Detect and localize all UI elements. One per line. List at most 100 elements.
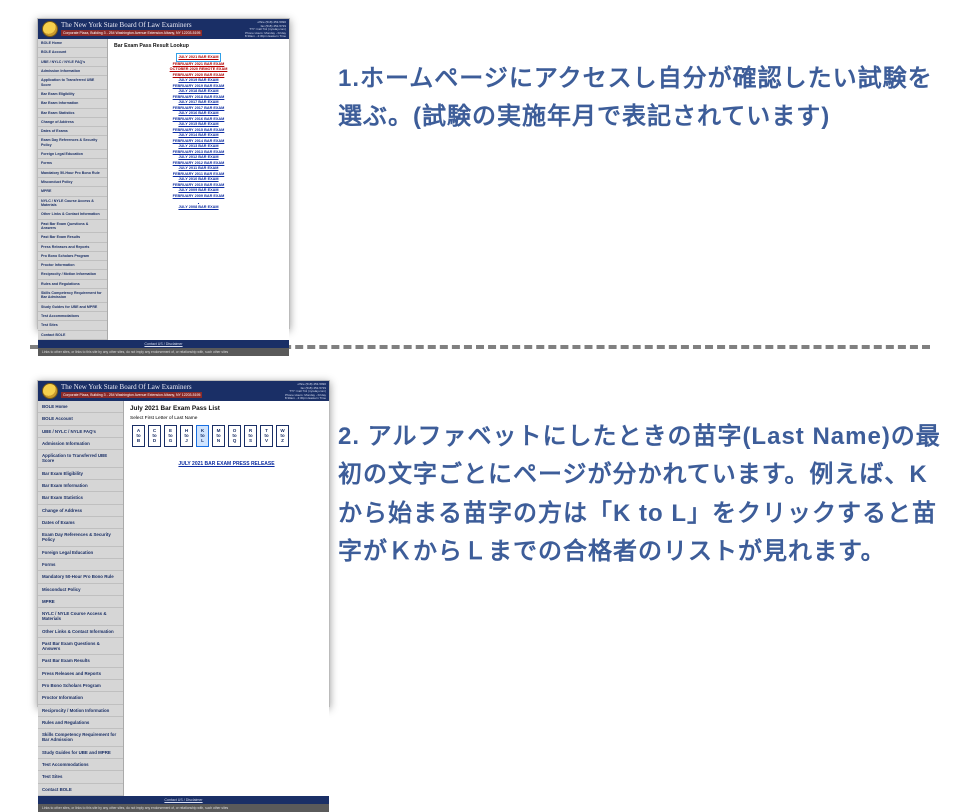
sidebar-item[interactable]: Dates of Exams [38,517,123,529]
screenshot-panel-1: The New York State Board Of Law Examiner… [37,18,290,329]
state-seal-icon [42,383,58,399]
footer-links[interactable]: Contact US / Disclaimer [38,340,289,348]
letter-range-cell[interactable]: WtoZ [276,425,289,447]
sidebar-item[interactable]: UBE / NYLC / NYLE FAQ's [38,58,107,67]
letter-range-cell[interactable]: TtoV [260,425,273,447]
sidebar-item[interactable]: Mandatory 50-Hour Pro Bono Rule [38,571,123,583]
sidebar-item[interactable]: Change of Address [38,505,123,517]
exam-link[interactable]: JULY 2008 BAR EXAM [114,205,283,211]
sidebar-item[interactable]: Admission Information [38,438,123,450]
sidebar-item[interactable]: Reciprocity / Motion Information [38,705,123,717]
letter-range-cell[interactable]: MtoN [212,425,225,447]
sidebar-item[interactable]: Past Bar Exam Questions & Answers [38,220,107,234]
sidebar-item[interactable]: BOLE Account [38,413,123,425]
sidebar-item[interactable]: NYLC / NYLE Course Access & Materials [38,608,123,626]
sidebar-item[interactable]: Pro Bono Scholars Program [38,252,107,261]
letter-range-cell[interactable]: EtoG [164,425,177,447]
sidebar-item[interactable]: Pro Bono Scholars Program [38,680,123,692]
sidebar-item[interactable]: Proctor Information [38,261,107,270]
sidebar-item[interactable]: Contact BOLE [38,331,107,340]
highlighted-exam[interactable]: JULY 2021 BAR EXAM [176,53,220,62]
site-title: The New York State Board Of Law Examiner… [61,384,202,391]
footer-disclaimer: Links to other sites, or links to this s… [38,804,329,812]
footer-links[interactable]: Contact US / Disclaimer [38,796,329,804]
sidebar-item[interactable]: Past Bar Exam Questions & Answers [38,638,123,656]
sidebar-item[interactable]: Study Guides for UBE and MPRE [38,747,123,759]
sidebar-item[interactable]: Dates of Exams [38,127,107,136]
sidebar-item[interactable]: Admission Information [38,67,107,76]
panel-heading: Bar Exam Pass Result Lookup [114,43,283,49]
exam-link[interactable]: JULY 2021 BAR EXAM [178,55,218,61]
sidebar-item[interactable]: NYLC / NYLE Course Access & Materials [38,197,107,211]
panel-heading: July 2021 Bar Exam Pass List [130,405,323,412]
header-contact-block: office (518) 453-5990fax (518) 452-5729T… [245,21,286,39]
letter-range-cell[interactable]: CtoD [148,425,161,447]
letter-range-cell[interactable]: AtoB [132,425,145,447]
sidebar-item[interactable]: Press Releases and Reports [38,668,123,680]
sidebar-item[interactable]: Foreign Legal Education [38,547,123,559]
sidebar-item[interactable]: MPRE [38,596,123,608]
sidebar-item[interactable]: Past Bar Exam Results [38,655,123,667]
sidebar-item[interactable]: Application to Transferred UBE Score [38,450,123,468]
letter-range-row: AtoBCtoDEtoGHtoJKtoLMtoNOtoQRtoSTtoVWtoZ [130,425,323,447]
site-header: The New York State Board Of Law Examiner… [38,19,289,39]
sidebar-item[interactable]: Bar Exam Statistics [38,109,107,118]
sidebar-item[interactable]: Bar Exam Information [38,99,107,108]
sidebar-item[interactable]: Mandatory 50-Hour Pro Bono Rule [38,169,107,178]
sidebar-item[interactable]: Misconduct Policy [38,584,123,596]
sidebar-item[interactable]: BOLE Home [38,401,123,413]
sidebar-item[interactable]: Test Accommodations [38,312,107,321]
sidebar-item[interactable]: Test Accommodations [38,759,123,771]
sidebar-item[interactable]: Contact BOLE [38,784,123,796]
sidebar-nav: BOLE HomeBOLE AccountUBE / NYLC / NYLE F… [38,401,124,796]
sidebar-item[interactable]: Skills Competency Requirement for Bar Ad… [38,289,107,303]
sidebar-item[interactable]: Forms [38,559,123,571]
sidebar-item[interactable]: Test Sites [38,771,123,783]
exam-link-list: JULY 2021 BAR EXAM FEBRUARY 2021 BAR EXA… [114,53,283,210]
site-title: The New York State Board Of Law Examiner… [61,22,202,29]
site-address: Corporate Plaza, Building 3 - 254 Washin… [61,30,202,36]
sidebar-item[interactable]: Press Releases and Reports [38,243,107,252]
site-address: Corporate Plaza, Building 3 - 254 Washin… [61,392,202,398]
sidebar-item[interactable]: Bar Exam Statistics [38,492,123,504]
sidebar-item[interactable]: BOLE Account [38,48,107,57]
sidebar-item[interactable]: Exam Day References & Security Policy [38,136,107,150]
letter-range-cell[interactable]: HtoJ [180,425,193,447]
sidebar-item[interactable]: Bar Exam Information [38,480,123,492]
sidebar-item[interactable]: Test Sites [38,321,107,330]
sidebar-item[interactable]: BOLE Home [38,39,107,48]
sidebar-item[interactable]: Study Guides for UBE and MPRE [38,303,107,312]
sidebar-item[interactable]: Other Links & Contact Information [38,210,107,219]
sidebar-item[interactable]: Foreign Legal Education [38,150,107,159]
sidebar-item[interactable]: Change of Address [38,118,107,127]
sidebar-item[interactable]: Bar Exam Eligibility [38,90,107,99]
sidebar-nav: BOLE HomeBOLE AccountUBE / NYLC / NYLE F… [38,39,108,340]
sidebar-item[interactable]: Skills Competency Requirement for Bar Ad… [38,729,123,747]
instruction-step-2: 2. アルファベットにしたときの苗字(Last Name)の最初の文字ごとにペー… [338,418,950,572]
letter-range-cell[interactable]: KtoL [196,425,209,447]
sidebar-item[interactable]: Proctor Information [38,692,123,704]
sidebar-item[interactable]: Reciprocity / Motion Information [38,270,107,279]
sidebar-item[interactable]: Rules and Regulations [38,717,123,729]
sidebar-item[interactable]: Application to Transferred UBE Score [38,76,107,90]
sidebar-item[interactable]: Forms [38,159,107,168]
state-seal-icon [42,21,58,37]
sidebar-item[interactable]: Other Links & Contact Information [38,626,123,638]
letter-range-cell[interactable]: OtoQ [228,425,241,447]
sidebar-item[interactable]: MPRE [38,187,107,196]
press-release-link[interactable]: JULY 2021 BAR EXAM PRESS RELEASE [178,461,274,467]
sidebar-item[interactable]: Exam Day References & Security Policy [38,529,123,547]
sidebar-item[interactable]: Misconduct Policy [38,178,107,187]
footer-link[interactable]: Contact US / Disclaimer [164,798,202,802]
sidebar-item[interactable]: UBE / NYLC / NYLE FAQ's [38,426,123,438]
footer-link[interactable]: Contact US / Disclaimer [144,342,182,346]
letter-range-cell[interactable]: RtoS [244,425,257,447]
footer-disclaimer: Links to other sites, or links to this s… [38,348,289,356]
screenshot-panel-2: The New York State Board Of Law Examiner… [37,380,330,707]
press-release-area: JULY 2021 BAR EXAM PRESS RELEASE [130,461,323,467]
header-contact-block: office (518) 453-5990fax (518) 452-5729T… [285,383,326,401]
sidebar-item[interactable]: Bar Exam Eligibility [38,468,123,480]
instruction-step-1: 1.ホームページにアクセスし自分が確認したい試験を選ぶ。(試験の実施年月で表記さ… [338,60,938,137]
sidebar-item[interactable]: Past Bar Exam Results [38,233,107,242]
sidebar-item[interactable]: Rules and Regulations [38,280,107,289]
